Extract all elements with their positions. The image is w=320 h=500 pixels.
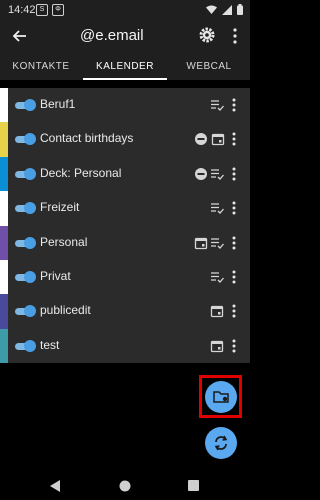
calendar-toggle[interactable] xyxy=(13,133,36,146)
sync-list-icon xyxy=(211,100,224,111)
read-only-icon xyxy=(195,167,207,180)
row-more-icon[interactable] xyxy=(230,130,238,148)
tab-kontakte-label: KONTAKTE xyxy=(12,60,70,72)
calendar-name: Beruf1 xyxy=(40,97,76,111)
sync-list-icon xyxy=(211,237,224,249)
calendar-color-bar xyxy=(0,294,8,329)
app-bar: @e.email xyxy=(0,20,250,52)
gear-icon[interactable] xyxy=(198,26,216,44)
calendar-name: publicedit xyxy=(40,303,91,318)
highlight-box xyxy=(199,375,242,418)
event-icon xyxy=(194,237,208,249)
tab-webcal[interactable]: WEBCAL xyxy=(168,52,250,80)
tab-indicator xyxy=(83,78,167,80)
notification-badge-s: S xyxy=(36,4,48,16)
row-more-icon[interactable] xyxy=(230,165,238,183)
row-more-icon[interactable] xyxy=(230,199,238,217)
nav-back-icon[interactable] xyxy=(50,480,61,492)
tab-kalender[interactable]: KALENDER xyxy=(83,52,167,80)
calendar-toggle[interactable] xyxy=(13,202,36,215)
calendar-row-deck-personal[interactable]: Deck: Personal xyxy=(0,156,250,192)
calendar-toggle[interactable] xyxy=(13,99,36,111)
calendar-name: Privat xyxy=(40,269,71,283)
calendar-name: Freizeit xyxy=(40,200,80,215)
calendar-color-bar xyxy=(0,156,8,192)
calendar-name: Contact birthdays xyxy=(40,131,134,146)
sync-icon xyxy=(214,435,228,451)
calendar-row-privat[interactable]: Privat xyxy=(0,260,250,295)
calendar-color-bar xyxy=(0,225,8,260)
calendar-color-bar xyxy=(0,328,8,364)
row-more-icon[interactable] xyxy=(230,337,238,355)
nav-recents-icon[interactable] xyxy=(188,480,199,491)
calendar-color-bar xyxy=(0,88,8,123)
status-time: 14:42 xyxy=(8,4,36,16)
notification-badge-phi: Φ xyxy=(52,4,64,16)
battery-icon xyxy=(237,4,243,15)
row-more-icon[interactable] xyxy=(230,302,238,320)
event-icon xyxy=(210,306,224,318)
calendar-row-contact-birthdays[interactable]: Contact birthdays xyxy=(0,122,250,157)
signal-icon xyxy=(222,4,232,15)
calendar-name: Personal xyxy=(40,234,88,249)
status-bar: 14:42 S Φ xyxy=(0,0,250,20)
wifi-icon xyxy=(206,5,217,14)
calendar-name: Deck: Personal xyxy=(40,165,122,180)
tab-kontakte[interactable]: KONTAKTE xyxy=(0,52,82,80)
tab-kalender-label: KALENDER xyxy=(96,60,154,72)
calendar-name: test xyxy=(40,337,60,352)
calendar-list: Beruf1 Contact birthdays Deck: Personal … xyxy=(0,88,250,366)
calendar-toggle[interactable] xyxy=(13,339,36,352)
nav-home-icon[interactable] xyxy=(119,480,131,492)
calendar-row-test[interactable]: test xyxy=(0,328,250,364)
tab-webcal-label: WEBCAL xyxy=(186,60,232,72)
back-arrow-icon[interactable] xyxy=(10,26,30,46)
calendar-toggle[interactable] xyxy=(13,271,36,283)
calendar-color-bar xyxy=(0,191,8,226)
system-nav-bar xyxy=(0,472,250,500)
sync-list-icon xyxy=(211,272,224,283)
read-only-icon xyxy=(195,133,207,146)
event-icon xyxy=(210,340,224,352)
calendar-toggle[interactable] xyxy=(13,236,36,249)
sync-button[interactable] xyxy=(205,427,237,459)
tab-bar: KONTAKTE KALENDER WEBCAL xyxy=(0,52,250,80)
sync-list-icon xyxy=(211,203,224,215)
calendar-row-personal[interactable]: Personal xyxy=(0,225,250,260)
calendar-row-freizeit[interactable]: Freizeit xyxy=(0,191,250,226)
calendar-color-bar xyxy=(0,260,8,295)
calendar-row-publicedit[interactable]: publicedit xyxy=(0,294,250,329)
sync-list-icon xyxy=(211,169,224,180)
row-more-icon[interactable] xyxy=(230,268,238,286)
row-more-icon[interactable] xyxy=(230,234,238,252)
overflow-menu-icon[interactable] xyxy=(228,26,242,46)
calendar-toggle[interactable] xyxy=(13,305,36,318)
row-more-icon[interactable] xyxy=(230,96,238,114)
event-icon xyxy=(211,134,225,146)
calendar-toggle[interactable] xyxy=(13,167,36,180)
calendar-color-bar xyxy=(0,122,8,157)
calendar-row-beruf1[interactable]: Beruf1 xyxy=(0,88,250,123)
account-title: @e.email xyxy=(80,27,144,44)
